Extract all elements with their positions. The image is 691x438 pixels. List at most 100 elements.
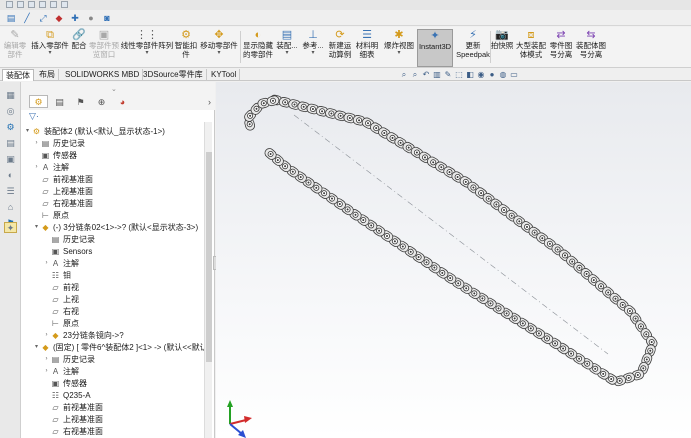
tree-item[interactable]: › ▤ 历史记录 — [43, 354, 96, 365]
home-icon[interactable]: ▦ — [4, 90, 17, 101]
appearances-icon[interactable]: ◐ — [4, 170, 17, 181]
tree-item[interactable]: › ◆ 23分链条镜向->? — [43, 330, 124, 341]
display-manager-tab-icon[interactable]: ◕ — [113, 95, 132, 108]
resources-icon[interactable]: ◎ — [4, 106, 17, 117]
expand-icon[interactable]: › — [43, 366, 50, 377]
tree-item[interactable]: ▣ Sensors — [43, 246, 93, 257]
component-preview-button[interactable]: ▣ 零部件预 览窗口 — [88, 29, 120, 67]
tree-item[interactable]: ☷ 钼 — [43, 270, 71, 281]
tree-root[interactable]: ▾ ⚙ 装配体2 (默认<默认_显示状态-1>) — [24, 126, 165, 137]
previous-view-icon[interactable]: ↶ — [421, 69, 431, 80]
move-component-dropdown-icon[interactable]: ▾ — [217, 50, 220, 56]
graphics-area[interactable] — [216, 82, 691, 438]
large-assembly-mode-button[interactable]: ⧈ 大型装配 体模式 — [514, 29, 548, 67]
tree-item[interactable]: › ▤ 历史记录 — [33, 138, 86, 149]
redo-icon[interactable] — [61, 1, 68, 8]
tree-item[interactable]: ▾ ◆ (固定) [ 零件6^装配体2 ]<1> -> (默认<<默认 — [33, 342, 204, 353]
zoom-to-fit-icon[interactable]: ⌕ — [399, 69, 409, 80]
dimxpert-tab-icon[interactable]: ⊕ — [92, 95, 111, 108]
property-manager-tab-icon[interactable]: ▤ — [50, 95, 69, 108]
insert-component-dropdown-icon[interactable]: ▾ — [48, 50, 51, 56]
mate-button[interactable]: 🔗 配合 — [71, 29, 87, 67]
smart-dimension-icon[interactable]: ⤢ — [36, 12, 50, 24]
expand-tabs-icon[interactable]: › — [208, 97, 211, 107]
options-icon[interactable]: ● — [84, 12, 98, 24]
bill-of-materials-button[interactable]: ☰ 材料明 细表 — [355, 29, 379, 67]
scrollbar-thumb[interactable] — [206, 152, 212, 362]
tree-item[interactable]: ▣ 传感器 — [43, 378, 87, 389]
tree-item[interactable]: ▤ 历史记录 — [43, 234, 95, 245]
tree-item[interactable]: ▱ 上视基准面 — [43, 414, 103, 425]
insert-component-button[interactable]: ⧉ 插入零部件 ▾ — [30, 29, 70, 67]
edit-component-button[interactable]: ✎ 编辑零 部件 — [3, 29, 27, 67]
filter-icon[interactable]: ▽· — [29, 111, 39, 122]
tree-item[interactable]: ▱ 右视基准面 — [43, 426, 103, 437]
custom-properties-icon[interactable]: ☰ — [4, 186, 17, 197]
tree-item[interactable]: ⊢ 原点 — [33, 210, 69, 221]
tree-item[interactable]: ▱ 前视基准面 — [33, 174, 93, 185]
configuration-manager-tab-icon[interactable]: ⚑ — [71, 95, 90, 108]
new-motion-study-button[interactable]: ⟳ 新建运 动算例 — [327, 29, 353, 67]
tab-kytool[interactable]: KYTool — [208, 69, 241, 81]
tree-item[interactable]: ▱ 前视基准面 — [43, 402, 103, 413]
tree-item[interactable]: ▱ 右视基准面 — [33, 198, 93, 209]
tree-item[interactable]: ▱ 右视 — [43, 306, 79, 317]
feature-tree-tab-icon[interactable]: ⚙ — [29, 95, 48, 108]
display-style-icon[interactable]: ◧ — [465, 69, 475, 80]
chain-model[interactable] — [216, 82, 691, 438]
smart-fasteners-button[interactable]: ⚙ 智能扣 件 — [174, 29, 198, 67]
line-icon[interactable]: ╱ — [20, 12, 34, 24]
tree-item[interactable]: ▾ ◆ (-) 3分链条02<1>->? (默认<显示状态-3>) — [33, 222, 198, 233]
sketch-icon[interactable]: ▤ — [4, 12, 18, 24]
assembly-features-button[interactable]: ▤ 装配... ▾ — [276, 29, 298, 67]
apply-scene-icon[interactable]: ◍ — [498, 69, 508, 80]
exploded-view-dropdown-icon[interactable]: ▾ — [397, 50, 400, 56]
selected-tool-icon[interactable]: ✦ — [4, 222, 17, 233]
tree-item[interactable]: ⊢ 原点 — [43, 318, 79, 329]
view-settings-icon[interactable]: ▭ — [509, 69, 519, 80]
assembly-number-separate-button[interactable]: ⇆ 装配体图 号分离 — [576, 29, 606, 67]
show-hidden-button[interactable]: ◐ 显示隐藏 的零部件 — [242, 29, 274, 67]
tree-item[interactable]: ▣ 传感器 — [33, 150, 77, 161]
tab-assembly[interactable]: 装配体 — [2, 69, 34, 81]
print-icon[interactable] — [39, 1, 46, 8]
view-icon[interactable]: ◙ — [100, 12, 114, 24]
file-explorer-icon[interactable]: ▤ — [4, 138, 17, 149]
tree-item[interactable]: ☷ Q235-A — [43, 390, 91, 401]
zoom-area-icon[interactable]: ⌕ — [410, 69, 420, 80]
expand-icon[interactable]: › — [43, 330, 50, 341]
tree-item[interactable]: › A 注解 — [43, 258, 80, 269]
collapse-icon[interactable]: ▾ — [33, 222, 40, 233]
tab-solidworks-mbd[interactable]: SOLIDWORKS MBD — [62, 69, 144, 81]
move-component-button[interactable]: ✥ 移动零部件 ▾ — [200, 29, 238, 67]
collapse-icon[interactable]: ▾ — [24, 126, 31, 137]
tab-layout[interactable]: 布局 — [36, 69, 59, 81]
view-orientation-icon[interactable]: ⬚ — [454, 69, 464, 80]
expand-icon[interactable]: › — [43, 354, 50, 365]
expand-icon[interactable]: › — [33, 162, 40, 173]
new-icon[interactable] — [6, 1, 13, 8]
reference-geometry-button[interactable]: ⊥ 参考... ▾ — [301, 29, 325, 67]
tree-item[interactable]: ▱ 上视基准面 — [33, 186, 93, 197]
update-speedpak-button[interactable]: ⚡ 更新 Speedpak — [456, 29, 490, 67]
dynamic-annotation-icon[interactable]: ✎ — [443, 69, 453, 80]
part-number-separate-button[interactable]: ⇄ 零件图 号分离 — [550, 29, 573, 67]
open-icon[interactable] — [17, 1, 24, 8]
reference-geometry-dropdown-icon[interactable]: ▾ — [311, 50, 314, 56]
expand-icon[interactable]: › — [43, 258, 50, 269]
edit-appearance-icon[interactable]: ● — [487, 69, 497, 80]
hide-show-icon[interactable]: ◉ — [476, 69, 486, 80]
linear-pattern-dropdown-icon[interactable]: ▾ — [145, 50, 148, 56]
undo-icon[interactable] — [50, 1, 57, 8]
panel-grip[interactable]: ⌄ — [111, 85, 117, 93]
tree-item[interactable]: › A 注解 — [33, 162, 70, 173]
expand-icon[interactable]: › — [33, 138, 40, 149]
view-palette-icon[interactable]: ▣ — [4, 154, 17, 165]
rebuild-icon[interactable]: ✚ — [68, 12, 82, 24]
save-icon[interactable] — [28, 1, 35, 8]
take-snapshot-button[interactable]: 📷 拍快照 — [491, 29, 514, 67]
tab-3dsource[interactable]: 3DSource零件库 — [140, 69, 207, 81]
instant3d-button[interactable]: ✦ Instant3D — [417, 29, 453, 67]
linear-pattern-button[interactable]: ⋮⋮ 线性零部件阵列 ▾ — [121, 29, 174, 67]
section-view-icon[interactable]: ▥ — [432, 69, 442, 80]
